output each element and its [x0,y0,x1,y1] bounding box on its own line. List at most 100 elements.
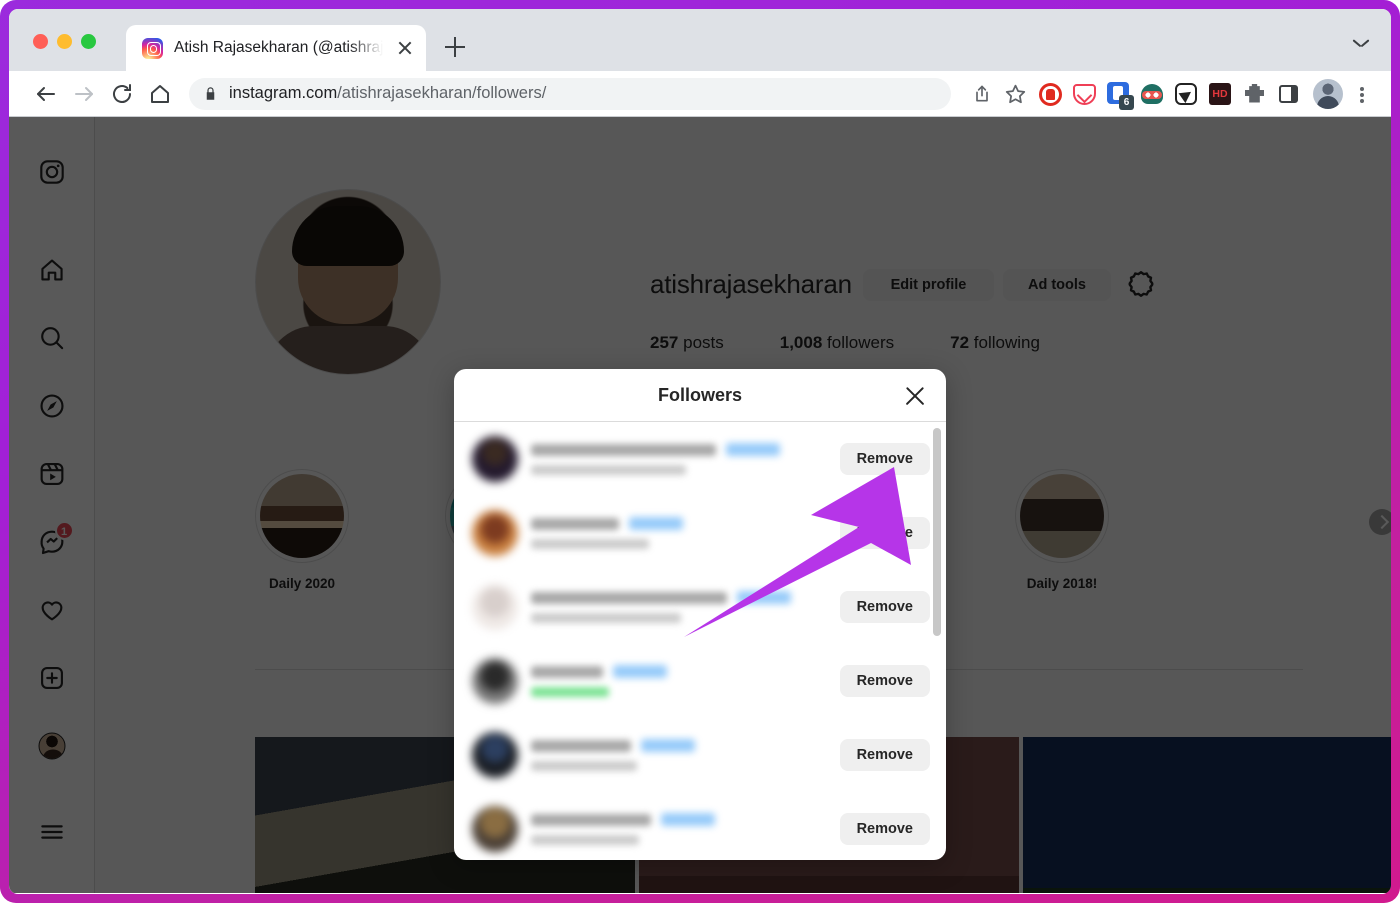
sidebar-item-messages[interactable]: 1 [29,519,75,565]
instagram-page: 1 atishrajasekharan Edit profile Ad tool… [9,117,1391,893]
sidebar-item-explore[interactable] [29,383,75,429]
chevron-down-icon[interactable] [1353,39,1369,48]
list-item[interactable]: Remove [454,570,946,644]
hamburger-more-icon[interactable] [29,809,75,855]
follower-username-redacted [531,665,603,678]
close-icon[interactable] [900,381,930,411]
browser-tab-strip: Atish Rajasekharan (@atishraja [9,9,1391,71]
follower-meta [531,443,827,475]
list-item[interactable]: Remove [454,792,946,860]
instagram-sidebar: 1 [9,117,95,893]
remove-button[interactable]: Remove [839,813,930,845]
puzzle-extensions-icon[interactable] [1237,77,1271,111]
sidebar-item-profile[interactable] [29,723,75,769]
ad-tools-button[interactable]: Ad tools [1003,269,1111,301]
follow-link-redacted [613,665,667,678]
follower-meta [531,591,827,623]
follower-fullname-redacted [531,465,686,475]
reload-icon[interactable] [103,75,141,113]
kebab-menu-icon[interactable] [1349,77,1375,111]
list-item[interactable]: Remove [454,422,946,496]
forward-arrow-icon[interactable] [65,75,103,113]
follower-username-redacted [531,517,619,530]
profile-picture[interactable] [255,189,441,375]
follower-fullname-redacted [531,539,649,549]
maximize-window-button[interactable] [81,34,96,49]
adblock-extension-icon[interactable] [1033,77,1067,111]
follower-meta [531,517,827,549]
remove-button[interactable]: Remove [839,517,930,549]
highlight-cover [260,474,344,558]
gear-icon[interactable] [1126,269,1156,299]
grammarly-extension-icon[interactable] [1135,77,1169,111]
avatar [472,806,518,852]
star-icon[interactable] [999,77,1033,111]
posts-count: 257 [650,333,679,352]
url-path: /atishrajasekharan/followers/ [337,84,547,102]
modal-title: Followers [657,384,742,405]
avatar [472,732,518,778]
list-item[interactable]: Remove [454,644,946,718]
hd-extension-icon[interactable]: HD [1203,77,1237,111]
lock-icon [206,87,215,100]
sidebar-item-create[interactable] [29,655,75,701]
follower-fullname-redacted [531,613,681,623]
grid-post[interactable] [1023,737,1391,893]
avatar [472,584,518,630]
back-arrow-icon[interactable] [27,75,65,113]
highlight-ring [255,469,349,563]
avatar [472,658,518,704]
followers-count: 1,008 [779,333,823,352]
highlight-label: Daily 2020 [268,576,336,591]
stat-followers[interactable]: 1,008 followers [780,333,894,353]
remove-button[interactable]: Remove [839,739,930,771]
share-icon[interactable] [965,77,999,111]
window-traffic-lights [33,34,96,49]
tab-title: Atish Rajasekharan (@atishraja [174,39,383,56]
avatar [472,436,518,482]
followers-list[interactable]: Remove Remove Remove Remove Remove Remov… [454,422,946,860]
minimize-window-button[interactable] [57,34,72,49]
sidebar-item-home[interactable] [29,247,75,293]
sidebar-item-reels[interactable] [29,451,75,497]
stat-posts[interactable]: 257 posts [650,333,724,353]
following-label: following [973,333,1040,352]
screenshot-purple-frame: Atish Rajasekharan (@atishraja instagram… [0,0,1400,903]
browser-tab[interactable]: Atish Rajasekharan (@atishraja [126,25,426,71]
chevron-right-icon[interactable] [1369,509,1391,535]
address-bar[interactable]: instagram.com/atishrajasekharan/follower… [189,77,951,110]
hd-label: HD [1209,82,1231,105]
stat-following[interactable]: 72 following [950,333,1040,353]
highlight-cover [1020,474,1104,558]
followers-label: followers [827,333,895,352]
highlight-item[interactable]: Daily 2020 [255,469,349,591]
edit-profile-button[interactable]: Edit profile [863,269,994,301]
highlight-ring [1015,469,1109,563]
following-count: 72 [950,333,970,352]
highlight-item[interactable]: Daily 2018! [1015,469,1109,591]
remove-button[interactable]: Remove [839,665,930,697]
follower-fullname-redacted [531,835,639,845]
send-extension-icon[interactable] [1169,77,1203,111]
sidebar-item-notifications[interactable] [29,587,75,633]
profile-avatar-icon [38,732,65,760]
highlight-label: Daily 2018! [1026,576,1098,591]
follower-fullname-redacted [531,761,637,771]
instagram-logo-icon[interactable] [29,149,75,195]
close-window-button[interactable] [33,34,48,49]
list-item[interactable]: Remove [454,496,946,570]
remove-button[interactable]: Remove [839,443,930,475]
list-item[interactable]: Remove [454,718,946,792]
new-tab-button[interactable] [441,33,469,61]
remove-button[interactable]: Remove [839,591,930,623]
vertical-scrollbar[interactable] [933,428,941,848]
blue-notes-extension-icon[interactable]: 6 [1101,77,1135,111]
sidebar-item-search[interactable] [29,315,75,361]
follower-username-redacted [531,443,716,456]
home-icon[interactable] [141,75,179,113]
pocket-extension-icon[interactable] [1067,77,1101,111]
scrollbar-thumb[interactable] [933,428,941,636]
side-panel-icon[interactable] [1271,77,1305,111]
close-icon[interactable] [394,37,416,59]
chrome-profile-avatar[interactable] [1313,78,1343,109]
